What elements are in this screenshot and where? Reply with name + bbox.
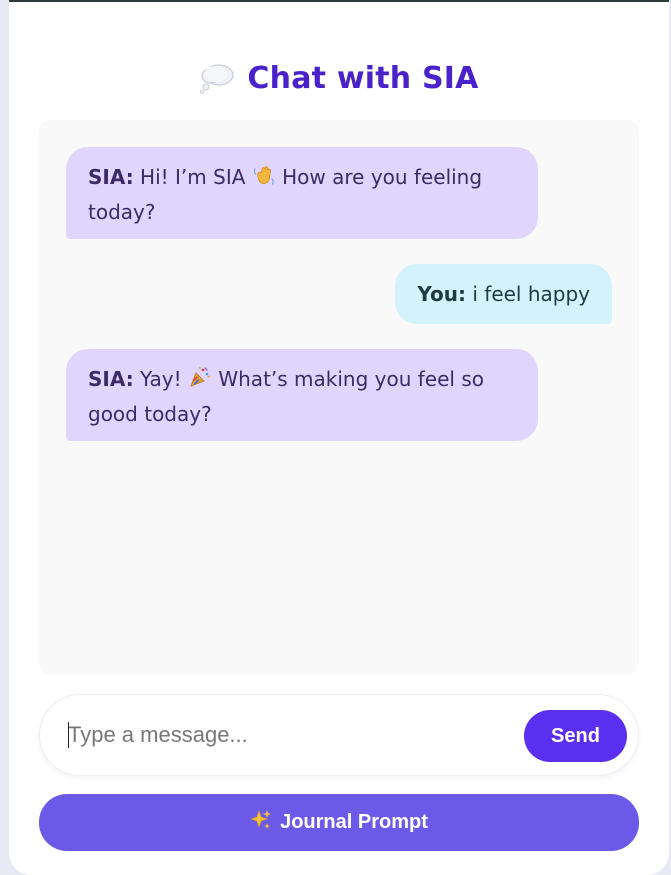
sia-message: SIA: Yay! What’s making you feel so good… xyxy=(66,349,538,441)
journal-prompt-button[interactable]: Journal Prompt xyxy=(39,794,639,851)
message-text: Yay! xyxy=(133,367,188,391)
sparkles-icon xyxy=(250,809,272,837)
journal-prompt-label: Journal Prompt xyxy=(280,811,428,833)
send-button[interactable]: Send xyxy=(524,710,627,762)
message-input[interactable] xyxy=(68,719,508,751)
message-sender: SIA: xyxy=(88,165,134,189)
message-sender: SIA: xyxy=(88,367,134,391)
chat-card: Chat with SIA SIA: Hi! I’m SIA How are y… xyxy=(9,0,669,875)
thought-balloon-icon xyxy=(199,62,235,94)
message-sender: You: xyxy=(417,282,466,306)
message-composer: Send xyxy=(39,694,639,776)
user-message: You: i feel happy xyxy=(395,264,612,324)
waving-hand-icon xyxy=(252,163,276,196)
message-text: Hi! I’m SIA xyxy=(133,165,252,189)
chat-header: Chat with SIA xyxy=(9,54,669,102)
sia-message: SIA: Hi! I’m SIA How are you feeling tod… xyxy=(66,147,538,239)
message-text: i feel happy xyxy=(466,282,590,306)
party-popper-icon xyxy=(188,365,212,398)
page-title: Chat with SIA xyxy=(247,60,479,96)
chat-messages[interactable]: SIA: Hi! I’m SIA How are you feeling tod… xyxy=(39,120,639,675)
text-caret xyxy=(68,722,69,748)
